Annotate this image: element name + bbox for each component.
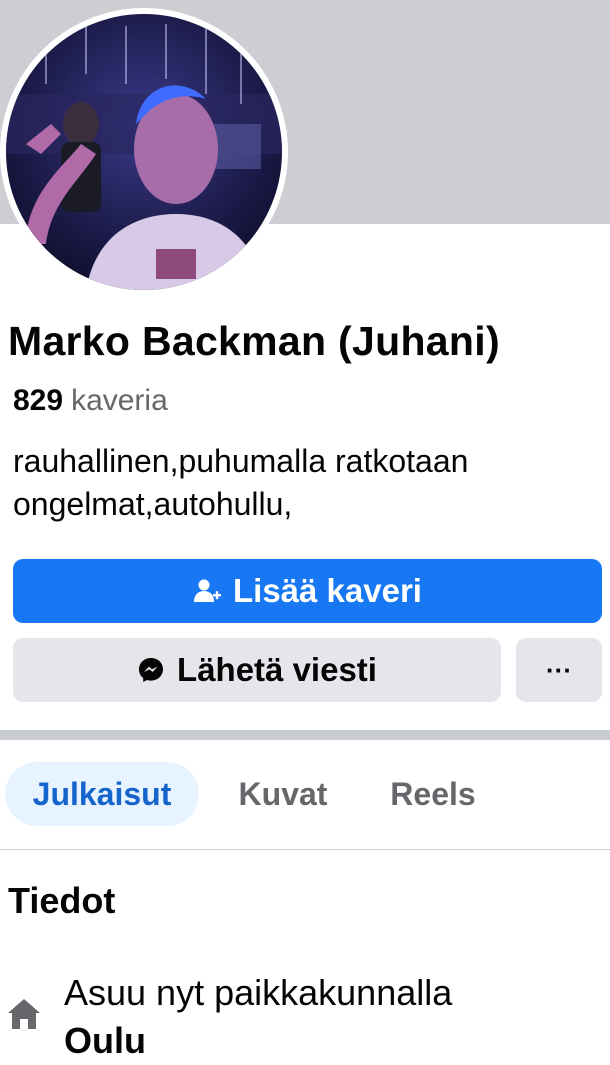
avatar[interactable] xyxy=(6,14,282,290)
friends-label: kaveria xyxy=(71,384,168,417)
friends-count: 829 xyxy=(13,384,64,417)
tab-reels-label: Reels xyxy=(390,775,476,812)
add-friend-button[interactable]: Lisää kaveri xyxy=(13,559,602,623)
lives-in-city[interactable]: Oulu xyxy=(64,1020,146,1062)
details-title: Tiedot xyxy=(8,880,116,921)
messenger-icon xyxy=(137,656,165,684)
tab-posts-label: Julkaisut xyxy=(32,775,172,812)
avatar-photo xyxy=(6,14,282,290)
add-friend-label: Lisää kaveri xyxy=(233,572,422,609)
add-friend-icon xyxy=(193,577,221,605)
friends-count-line[interactable]: 829 kaveria xyxy=(13,384,168,418)
more-options-label: ··· xyxy=(546,654,572,685)
tabs-divider xyxy=(0,849,610,850)
more-options-button[interactable]: ··· xyxy=(516,638,602,702)
profile-bio: rauhallinen,puhumalla ratkotaan ongelmat… xyxy=(13,443,469,522)
send-message-label: Lähetä viesti xyxy=(177,651,377,688)
send-message-button[interactable]: Lähetä viesti xyxy=(13,638,501,702)
home-icon xyxy=(6,996,42,1032)
tab-photos-label: Kuvat xyxy=(238,775,328,812)
tab-reels[interactable]: Reels xyxy=(366,762,500,826)
profile-name: Marko Backman (Juhani) xyxy=(8,318,500,364)
tab-posts[interactable]: Julkaisut xyxy=(5,762,199,826)
section-divider xyxy=(0,730,610,740)
tab-photos[interactable]: Kuvat xyxy=(218,762,348,826)
lives-in-label: Asuu nyt paikkakunnalla xyxy=(64,972,453,1013)
